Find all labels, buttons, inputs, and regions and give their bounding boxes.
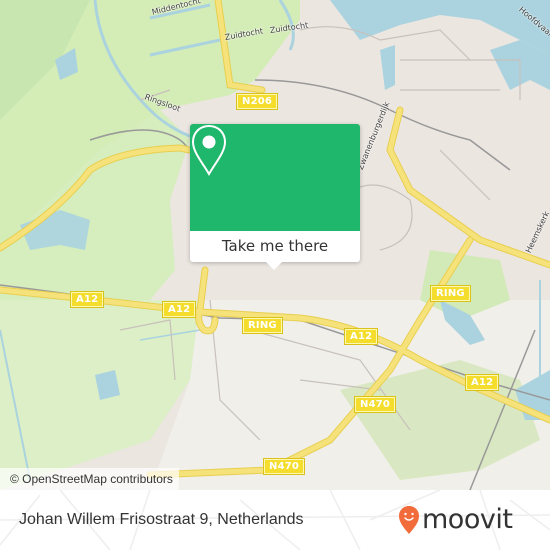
footer-bar: Johan Willem Frisostraat 9, Netherlands … bbox=[0, 490, 550, 550]
popup-header bbox=[190, 124, 360, 231]
popup-pointer bbox=[266, 262, 282, 270]
map-attribution[interactable]: © OpenStreetMap contributors bbox=[0, 468, 179, 490]
map-view[interactable]: N206 A12 A12 RING RING A12 A12 N470 N470… bbox=[0, 0, 550, 490]
road-shield-n206: N206 bbox=[237, 94, 278, 109]
moovit-wordmark: moovit bbox=[422, 504, 513, 535]
destination-popup: Take me there bbox=[190, 124, 360, 270]
road-shield-n470: N470 bbox=[264, 459, 305, 474]
location-pin-icon bbox=[191, 124, 227, 176]
address-text: Johan Willem Frisostraat 9, Netherlands bbox=[19, 511, 304, 528]
road-shield-a12: A12 bbox=[345, 329, 378, 344]
road-shield-n470: N470 bbox=[355, 397, 396, 412]
moovit-pin-icon bbox=[399, 506, 419, 534]
road-shield-a12: A12 bbox=[71, 292, 104, 307]
moovit-logo[interactable]: moovit bbox=[398, 502, 538, 542]
road-shield-a12: A12 bbox=[466, 375, 499, 390]
road-shield-ring: RING bbox=[243, 318, 282, 333]
road-shield-a12: A12 bbox=[163, 302, 196, 317]
take-me-there-button[interactable]: Take me there bbox=[190, 231, 360, 262]
road-shield-ring: RING bbox=[431, 286, 470, 301]
